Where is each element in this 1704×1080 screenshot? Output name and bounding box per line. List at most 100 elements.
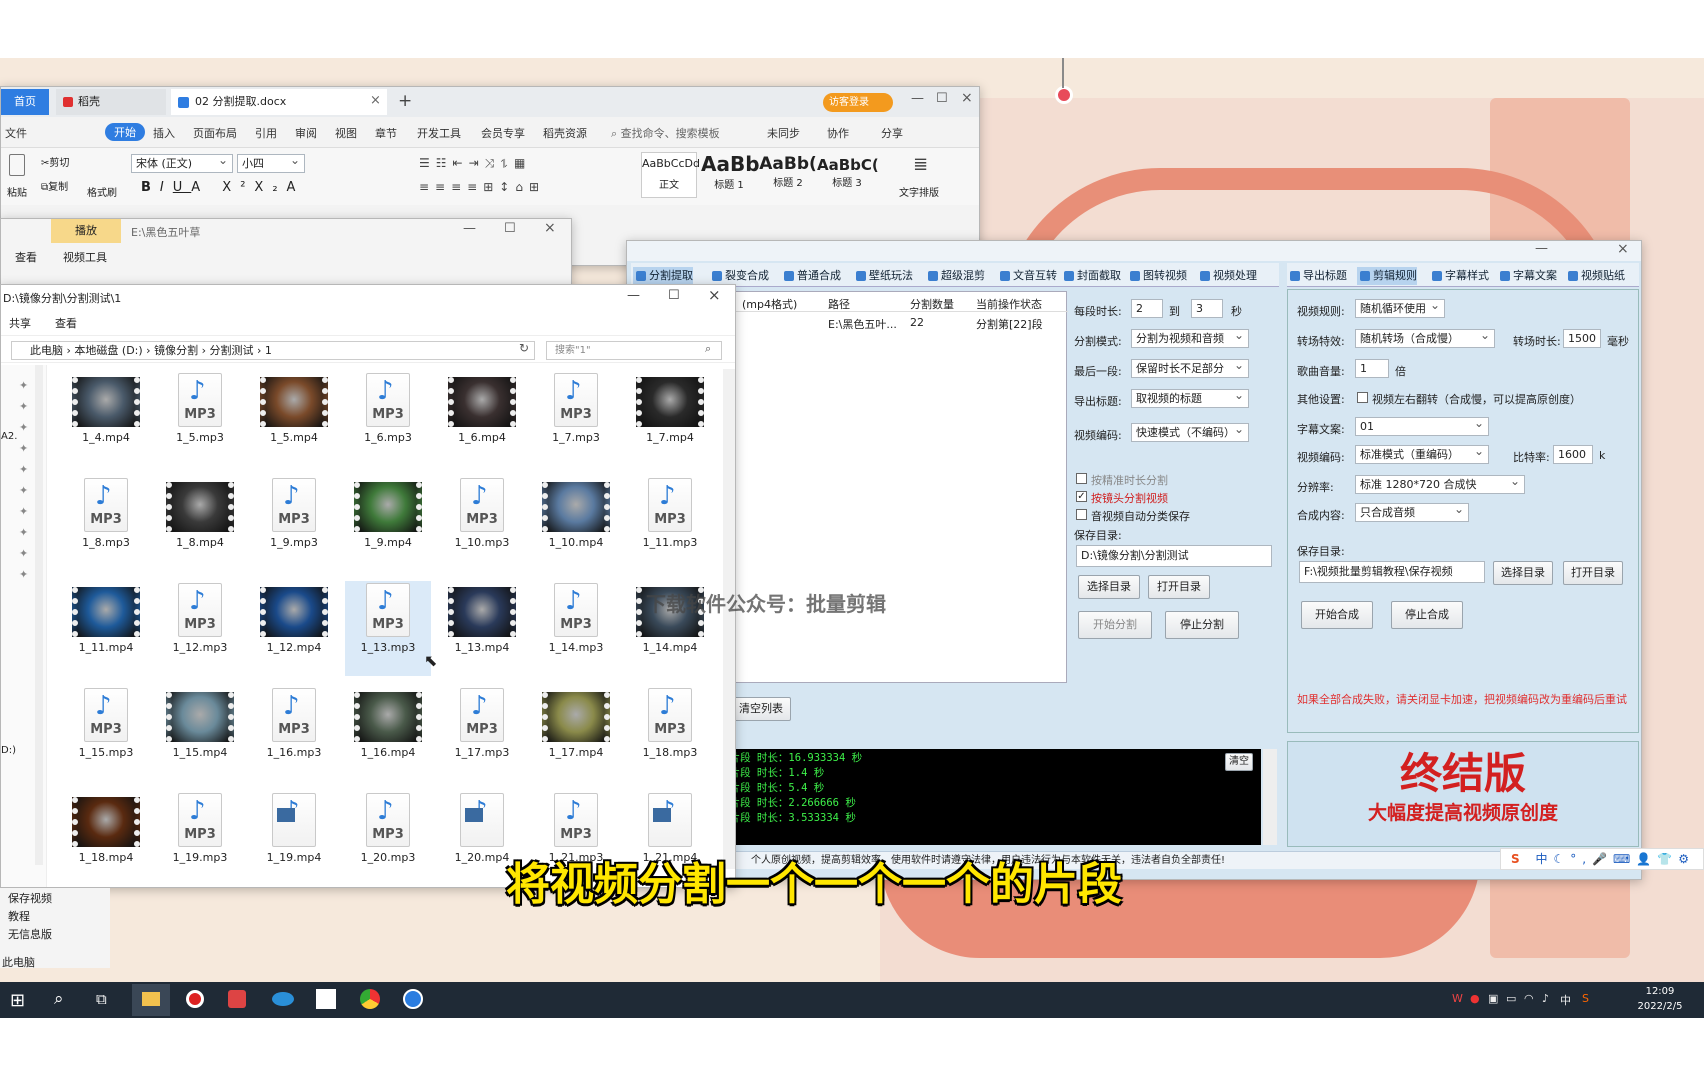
mp3-file-item[interactable]: ♪ MP3 1_6.mp3 bbox=[345, 371, 431, 466]
mp3-file-item[interactable]: ♪ MP3 1_17.mp3 bbox=[439, 686, 525, 781]
menu-page-layout[interactable]: 页面布局 bbox=[193, 125, 237, 141]
back-close-icon[interactable]: × bbox=[544, 220, 556, 236]
tab-document[interactable]: 02 分割提取.docx bbox=[171, 89, 387, 115]
style-heading2[interactable]: AaBb( 标题 2 bbox=[759, 154, 817, 189]
back-tab-video-tools[interactable]: 视频工具 bbox=[63, 249, 107, 265]
search-input[interactable]: 搜索"1" bbox=[546, 341, 722, 360]
last-seg-select[interactable]: 保留时长不足部分 bbox=[1131, 357, 1249, 378]
mp4-file-item[interactable]: 1_4.mp4 bbox=[63, 371, 149, 466]
mp4-file-item[interactable]: 1_11.mp4 bbox=[63, 581, 149, 676]
search-command[interactable]: ⌕ 查找命令、搜索模板 bbox=[611, 125, 720, 141]
shot-split-checkbox[interactable]: ✓ bbox=[1076, 491, 1087, 502]
right-codec-select[interactable]: 标准模式（重编码） bbox=[1355, 443, 1489, 464]
mp4-file-item[interactable]: 1_16.mp4 bbox=[345, 686, 431, 781]
bitrate-input[interactable]: 1600 bbox=[1553, 445, 1593, 464]
blank-app-taskbar-icon[interactable] bbox=[316, 989, 336, 1009]
style-heading1[interactable]: AaBb 标题 1 bbox=[701, 152, 760, 191]
mp3-file-item[interactable]: ♪ MP3 1_8.mp3 bbox=[63, 476, 149, 571]
seg-to-input[interactable]: 3 bbox=[1191, 299, 1223, 318]
mp3-file-item[interactable]: ♪ MP3 1_9.mp3 bbox=[251, 476, 337, 571]
right-open-dir-button[interactable]: 打开目录 bbox=[1563, 561, 1623, 585]
clock[interactable]: 12:09 2022/2/5 bbox=[1630, 984, 1690, 1014]
tab-fission-merge[interactable]: 裂变合成 bbox=[709, 267, 769, 285]
mp3-file-item[interactable]: ♪ MP3 1_11.mp3 bbox=[627, 476, 713, 571]
font-name-select[interactable]: 宋体 (正文) bbox=[131, 152, 233, 173]
mp4-file-item[interactable]: 1_9.mp4 bbox=[345, 476, 431, 571]
minimize-icon[interactable]: — bbox=[911, 91, 924, 106]
transition-select[interactable]: 随机转场（合成慢） bbox=[1355, 327, 1495, 348]
tab-home[interactable]: 首页 bbox=[1, 89, 49, 115]
file-explorer-taskbar-icon[interactable] bbox=[132, 984, 170, 1016]
new-tab-icon[interactable]: + bbox=[398, 91, 412, 111]
mp4-file-item[interactable]: 1_7.mp4 bbox=[627, 371, 713, 466]
menu-home[interactable]: 开始 bbox=[105, 123, 145, 141]
back-maximize-icon[interactable]: ☐ bbox=[504, 221, 516, 236]
mp3-file-item[interactable]: ♪ MP3 1_10.mp3 bbox=[439, 476, 525, 571]
tab-normal-merge[interactable]: 普通合成 bbox=[781, 267, 841, 285]
sogou-taskbar-icon[interactable] bbox=[403, 989, 423, 1009]
mp3-file-item[interactable]: ♪ MP3 1_15.mp3 bbox=[63, 686, 149, 781]
tool-close-icon[interactable]: × bbox=[1617, 241, 1629, 257]
style-normal[interactable]: AaBbCcDd 正文 bbox=[641, 152, 700, 198]
menu-docer-resources[interactable]: 稻壳资源 bbox=[543, 125, 587, 141]
nav-item-this-pc[interactable]: 此电脑 bbox=[2, 954, 35, 970]
flip-checkbox[interactable] bbox=[1357, 392, 1368, 403]
tool-minimize-icon[interactable]: — bbox=[1535, 241, 1548, 256]
tab-export-title[interactable]: 导出标题 bbox=[1287, 267, 1347, 285]
right-save-input[interactable]: F:\视频批量剪辑教程\保存视频 bbox=[1299, 561, 1485, 583]
explorer-minimize-icon[interactable]: — bbox=[627, 288, 640, 303]
text-layout-button[interactable]: 文字排版 bbox=[899, 184, 939, 199]
stop-merge-button[interactable]: 停止合成 bbox=[1391, 601, 1463, 629]
format-painter-button[interactable]: 格式刷 bbox=[87, 184, 117, 199]
choose-dir-button[interactable]: 选择目录 bbox=[1078, 575, 1140, 599]
ime-toolbar[interactable]: S 中☾°,🎤⌨👤👕⚙ bbox=[1500, 848, 1704, 870]
breadcrumb[interactable]: 此电脑 › 本地磁盘 (D:) › 镜像分割 › 分割测试 › 1 bbox=[11, 341, 535, 360]
paste-button[interactable]: 粘贴 bbox=[7, 184, 27, 199]
crumb-folder-1[interactable]: 1 bbox=[265, 344, 272, 357]
clear-log-button[interactable]: 清空 bbox=[1225, 753, 1253, 771]
export-title-select[interactable]: 取视频的标题 bbox=[1131, 387, 1249, 408]
tab-split-extract[interactable]: 分割提取 bbox=[633, 267, 693, 285]
share-button[interactable]: 分享 bbox=[881, 125, 903, 141]
recorder-taskbar-icon[interactable] bbox=[186, 990, 204, 1008]
mp4-file-item[interactable]: 1_6.mp4 bbox=[439, 371, 525, 466]
right-choose-dir-button[interactable]: 选择目录 bbox=[1493, 561, 1553, 585]
transition-duration-input[interactable]: 1500 bbox=[1563, 329, 1601, 348]
video-codec-select[interactable]: 快速模式（不编码） bbox=[1131, 421, 1249, 442]
guest-login-button[interactable]: 访客登录 bbox=[823, 93, 893, 112]
mp4-file-item[interactable]: 1_17.mp4 bbox=[533, 686, 619, 781]
grid-scrollbar[interactable] bbox=[723, 369, 735, 869]
mp4-file-item[interactable]: 1_10.mp4 bbox=[533, 476, 619, 571]
mp4-file-item[interactable]: ♪ 1_19.mp4 bbox=[251, 791, 337, 886]
tab-wallpaper[interactable]: 壁纸玩法 bbox=[853, 267, 913, 285]
nav-item-tutorial[interactable]: 教程 bbox=[8, 908, 30, 924]
ribbon-share[interactable]: 共享 bbox=[9, 315, 31, 331]
stop-split-button[interactable]: 停止分割 bbox=[1165, 611, 1239, 639]
start-split-button[interactable]: 开始分割 bbox=[1078, 611, 1152, 639]
nav-scrollbar[interactable] bbox=[35, 365, 43, 865]
rule-select[interactable]: 随机循环使用 bbox=[1355, 297, 1445, 318]
tab-subtitle-text[interactable]: 字幕文案 bbox=[1497, 267, 1557, 285]
mp3-file-item[interactable]: ♪ MP3 1_16.mp3 bbox=[251, 686, 337, 781]
back-minimize-icon[interactable]: — bbox=[463, 221, 476, 236]
copy-button[interactable]: ⧉复制 bbox=[41, 178, 68, 193]
nav-item-save-video[interactable]: 保存视频 bbox=[8, 890, 52, 906]
volume-input[interactable]: 1 bbox=[1355, 359, 1389, 378]
explorer-maximize-icon[interactable]: ☐ bbox=[668, 288, 680, 303]
mp3-file-item[interactable]: ♪ MP3 1_18.mp3 bbox=[627, 686, 713, 781]
back-tab-view[interactable]: 查看 bbox=[15, 249, 37, 265]
tab-video-sticker[interactable]: 视频贴纸 bbox=[1565, 267, 1625, 285]
mp3-file-item[interactable]: ♪ MP3 1_12.mp3 bbox=[157, 581, 243, 676]
mp4-file-item[interactable]: 1_8.mp4 bbox=[157, 476, 243, 571]
mp3-file-item[interactable]: ♪ MP3 1_14.mp3 bbox=[533, 581, 619, 676]
menu-insert[interactable]: 插入 bbox=[153, 125, 175, 141]
tab-video-process[interactable]: 视频处理 bbox=[1197, 267, 1257, 285]
menu-member[interactable]: 会员专享 bbox=[481, 125, 525, 141]
tab-cover-capture[interactable]: 封面截取 bbox=[1061, 267, 1121, 285]
font-size-select[interactable]: 小四 bbox=[237, 152, 305, 173]
align-toolbar[interactable]: ≡≡≡≡⊞↕⌂⊞ bbox=[419, 180, 545, 194]
close-icon[interactable]: × bbox=[961, 90, 973, 106]
mp4-file-item[interactable]: 1_15.mp4 bbox=[157, 686, 243, 781]
content-select[interactable]: 只合成音频 bbox=[1355, 501, 1469, 522]
wps-taskbar-icon[interactable] bbox=[228, 990, 246, 1008]
